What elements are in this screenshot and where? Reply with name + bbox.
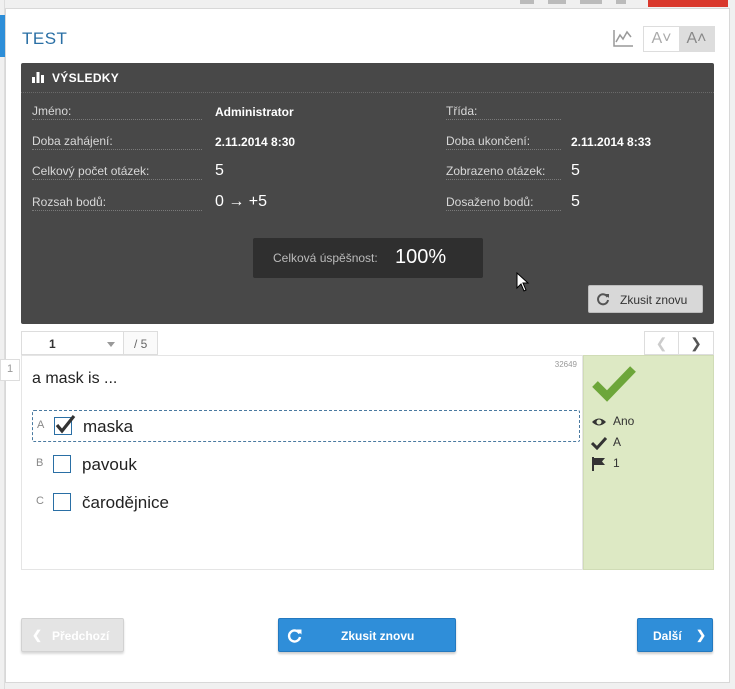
- restore-icon[interactable]: [580, 0, 602, 4]
- option-text: čarodějnice: [82, 493, 169, 512]
- retry-button[interactable]: Zkusit znovu: [278, 618, 456, 652]
- question-card: 32649 a mask is ... A maska B pavouk C č…: [21, 355, 583, 570]
- correct-answer-value: A: [613, 435, 622, 449]
- next-button[interactable]: Další ❯: [637, 618, 713, 652]
- results-panel: VÝSLEDKY Jméno: Administrator Třída: Dob…: [21, 63, 714, 324]
- option-text: pavouk: [82, 455, 137, 474]
- check-icon: [591, 436, 607, 450]
- window-controls: [500, 0, 735, 8]
- app-window: TEST A˅ A˄ VÝSLEDKY Jméno: Administrator…: [0, 0, 735, 689]
- start-label: Doba zahájení:: [32, 134, 117, 148]
- retry-label: Zkusit znovu: [620, 293, 688, 307]
- points-scored-value: 5: [571, 193, 580, 210]
- flag-icon: [592, 457, 605, 471]
- question-select[interactable]: 1: [21, 331, 123, 355]
- question-nav: ❮ ❯: [644, 331, 714, 355]
- start-value: 2.11.2014 8:30: [215, 135, 296, 149]
- page-title: TEST: [22, 29, 68, 48]
- checkbox-checked[interactable]: [54, 415, 76, 435]
- question-side-number: 1: [0, 359, 20, 381]
- end-label: Doba ukončení:: [446, 134, 535, 148]
- font-decrease-button[interactable]: A˅: [644, 27, 679, 51]
- refresh-icon: [597, 293, 609, 306]
- start-row: Doba zahájení:: [32, 134, 202, 154]
- refresh-icon: [287, 629, 302, 643]
- font-increase-button[interactable]: A˄: [679, 27, 714, 51]
- points-value: 1: [613, 456, 620, 470]
- question-id: 32649: [554, 360, 577, 369]
- font-size-control: A˅ A˄: [643, 26, 715, 52]
- points-range-label: Rozsah bodů:: [32, 195, 111, 209]
- option-text: maska: [83, 417, 134, 436]
- total-questions-row: Celkový počet otázek:: [32, 164, 202, 184]
- checkbox[interactable]: [53, 493, 71, 511]
- overall-score-value: 100%: [395, 246, 447, 268]
- overall-score: Celková úspěšnost: 100%: [253, 238, 483, 278]
- chevron-right-icon: ❯: [696, 628, 707, 642]
- name-value: Administrator: [215, 105, 294, 119]
- current-question: 1: [49, 337, 56, 351]
- points-range-value: 0 → +5: [215, 193, 268, 210]
- total-questions-label: Celkový počet otázek:: [32, 164, 154, 178]
- option-letter: C: [36, 495, 44, 507]
- pin-icon[interactable]: [616, 0, 626, 4]
- chevron-left-icon: ❮: [32, 628, 43, 642]
- maximize-icon[interactable]: [548, 0, 566, 4]
- chart-line-icon[interactable]: [612, 28, 638, 50]
- shown-questions-value: 5: [571, 162, 580, 179]
- question-text: a mask is ...: [32, 370, 118, 387]
- bar-chart-icon: [32, 72, 44, 83]
- end-value: 2.11.2014 8:33: [571, 135, 652, 149]
- total-questions-value: 5: [215, 162, 224, 179]
- class-label: Třída:: [446, 104, 482, 118]
- overall-score-label: Celková úspěšnost:: [273, 251, 378, 265]
- option-a[interactable]: A maska: [32, 410, 580, 442]
- option-b[interactable]: B pavouk: [32, 449, 580, 481]
- chevron-right-icon[interactable]: ❯: [679, 332, 713, 354]
- eye-icon: [592, 418, 606, 426]
- retry-button-results[interactable]: Zkusit znovu: [588, 285, 703, 313]
- minimize-icon[interactable]: [520, 0, 534, 4]
- class-row: Třída:: [446, 104, 561, 124]
- option-c[interactable]: C čarodějnice: [32, 487, 580, 519]
- shown-questions-row: Zobrazeno otázek:: [446, 164, 561, 184]
- end-row: Doba ukončení:: [446, 134, 561, 154]
- name-row: Jméno:: [32, 104, 202, 124]
- mouse-cursor-icon: [516, 272, 530, 292]
- name-label: Jméno:: [32, 104, 76, 118]
- retry-label: Zkusit znovu: [341, 629, 415, 643]
- chevron-down-icon: [107, 342, 115, 347]
- previous-button[interactable]: ❮ Předchozí: [21, 618, 124, 652]
- answered-value: Ano: [613, 414, 635, 428]
- points-scored-row: Dosaženo bodů:: [446, 195, 561, 215]
- question-total: / 5: [123, 331, 158, 355]
- evaluation-panel: Ano A 1: [583, 355, 714, 570]
- close-button[interactable]: [648, 0, 728, 7]
- checkmark-icon: [55, 415, 76, 434]
- shown-questions-label: Zobrazeno otázek:: [446, 164, 550, 178]
- chevron-left-icon[interactable]: ❮: [645, 332, 680, 354]
- option-letter: B: [36, 457, 44, 469]
- results-header: VÝSLEDKY: [21, 63, 714, 93]
- previous-label: Předchozí: [52, 629, 110, 643]
- correct-check-icon: [592, 366, 636, 402]
- points-scored-label: Dosaženo bodů:: [446, 195, 538, 209]
- checkbox[interactable]: [53, 455, 71, 473]
- points-range-row: Rozsah bodů:: [32, 195, 202, 215]
- next-label: Další: [653, 629, 682, 643]
- results-title: VÝSLEDKY: [52, 71, 120, 85]
- option-letter: A: [37, 419, 45, 431]
